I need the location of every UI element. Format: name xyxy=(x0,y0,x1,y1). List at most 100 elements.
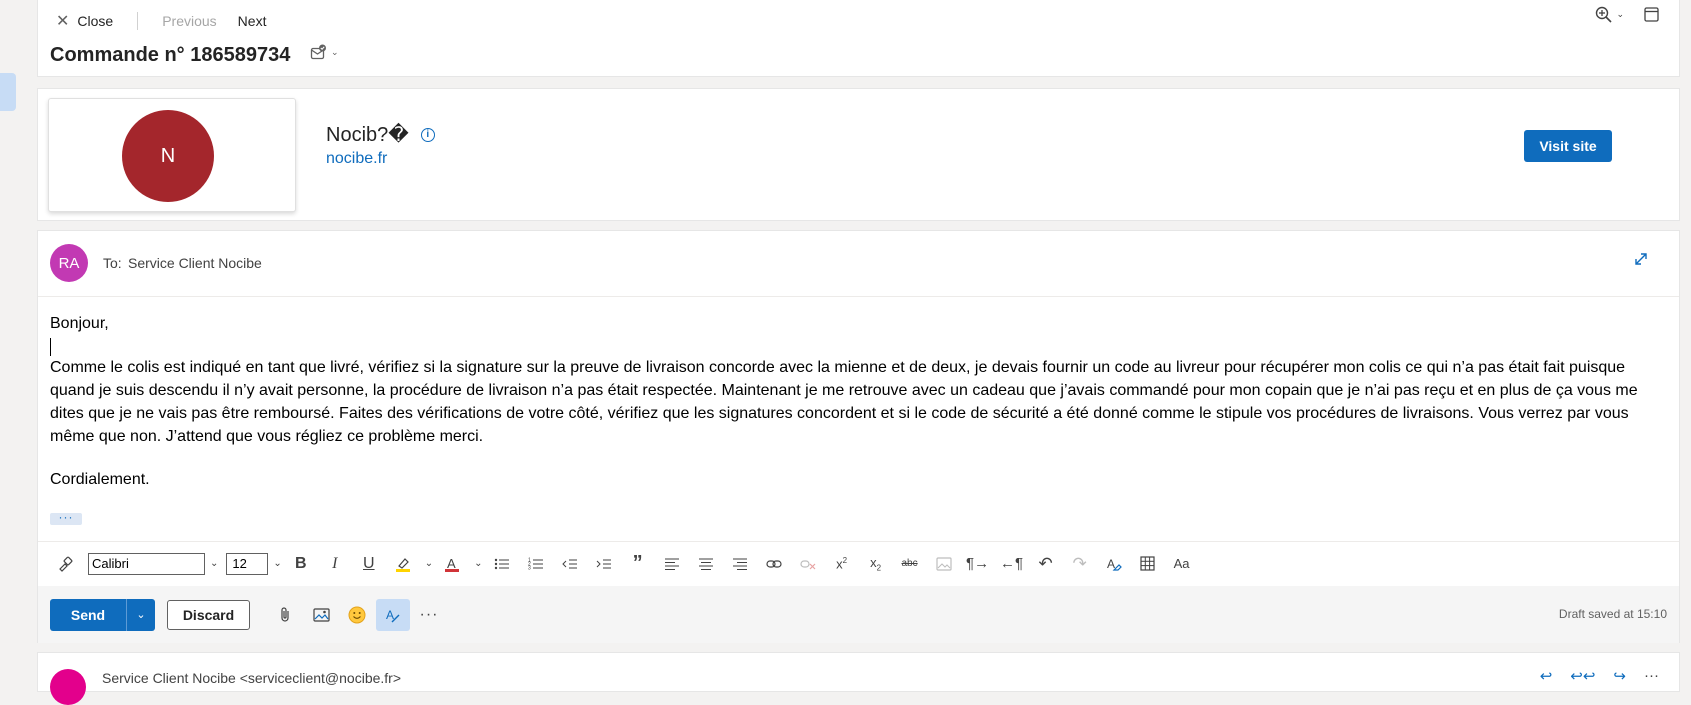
recipient-row: RA To: Service Client Nocibe xyxy=(38,231,1679,297)
close-icon: ✕ xyxy=(56,13,70,30)
underline-icon: U xyxy=(363,554,375,572)
discard-button[interactable]: Discard xyxy=(167,599,250,630)
sender-name: Nocib?� xyxy=(326,124,409,146)
chevron-down-icon: ⌄ xyxy=(1616,9,1624,19)
zoom-in-icon xyxy=(1596,6,1613,23)
message-sender: Service Client Nocibe <serviceclient@noc… xyxy=(102,670,402,686)
outdent-icon xyxy=(561,559,577,568)
underline-button[interactable]: U xyxy=(352,549,386,579)
reading-pane-header: ✕ Close Previous Next Commande n° 186589… xyxy=(37,0,1680,77)
attach-file-button[interactable] xyxy=(268,599,302,631)
reply-icon[interactable]: ↩ xyxy=(1540,667,1553,685)
chevron-down-icon: ⌄ xyxy=(331,46,339,57)
greeting: Bonjour, xyxy=(50,315,109,332)
view-controls: ⌄ xyxy=(1595,6,1659,23)
format-painter-button[interactable] xyxy=(48,549,82,579)
editor-pen-icon: A xyxy=(386,608,400,622)
previous-button[interactable]: Previous xyxy=(162,13,216,29)
expand-icon[interactable] xyxy=(1633,251,1649,267)
superscript-button[interactable]: x2 xyxy=(825,549,859,579)
close-button[interactable]: ✕ Close xyxy=(56,11,113,31)
unlink-icon xyxy=(799,559,815,569)
decrease-indent-button[interactable] xyxy=(553,549,587,579)
insert-picture-inline-button[interactable] xyxy=(927,549,961,579)
strikethrough-button[interactable]: abc xyxy=(893,549,927,579)
bold-button[interactable]: B xyxy=(284,549,318,579)
quote-button[interactable]: ” xyxy=(621,549,655,579)
zoom-button[interactable]: ⌄ xyxy=(1595,6,1624,23)
reply-all-icon[interactable]: ↩↩ xyxy=(1570,667,1595,685)
more-icon[interactable]: ··· xyxy=(1644,667,1659,685)
message-body-editor[interactable]: Bonjour, Comme le colis est indiqué en t… xyxy=(50,312,1660,491)
change-case-button[interactable]: Aa xyxy=(1165,549,1199,579)
rtl-button[interactable]: ←¶ xyxy=(995,549,1029,579)
bullet-list-icon xyxy=(494,558,509,569)
chevron-down-icon[interactable]: ⌄ xyxy=(273,558,281,569)
increase-indent-button[interactable] xyxy=(587,549,621,579)
rtl-icon: ←¶ xyxy=(1000,555,1024,572)
forward-icon[interactable]: ↪ xyxy=(1613,667,1626,685)
align-center-button[interactable] xyxy=(689,549,723,579)
indent-icon xyxy=(596,559,611,568)
numbered-list-icon: 1 2 3 xyxy=(528,557,543,571)
more-icon: ··· xyxy=(419,605,439,623)
info-icon[interactable]: i xyxy=(420,127,435,142)
svg-text:A: A xyxy=(1107,557,1115,571)
italic-button[interactable]: I xyxy=(318,549,352,579)
mail-check-icon xyxy=(310,44,326,60)
undo-button[interactable]: ↶ xyxy=(1029,549,1063,579)
left-rail xyxy=(0,0,36,679)
message-actions-button[interactable]: ⌄ xyxy=(310,44,339,60)
thread-message[interactable]: Service Client Nocibe <serviceclient@noc… xyxy=(37,652,1680,705)
subscript-icon: x2 xyxy=(870,554,882,573)
next-button[interactable]: Next xyxy=(238,13,267,29)
ltr-button[interactable]: ¶→ xyxy=(961,549,995,579)
visit-site-button[interactable]: Visit site xyxy=(1524,130,1612,162)
align-left-button[interactable] xyxy=(655,549,689,579)
formatting-toolbar: Calibri ⌄ 12 ⌄ B I U ⌄ A ⌄ 1 2 3 ” x2 x2… xyxy=(38,541,1679,585)
font-color-icon: A xyxy=(445,556,460,572)
send-options-button[interactable]: ⌄ xyxy=(126,598,155,631)
align-center-icon xyxy=(698,558,713,570)
recipient-chip[interactable]: Service Client Nocibe xyxy=(128,255,262,271)
font-family-input[interactable]: Calibri xyxy=(88,552,205,575)
command-bar: ✕ Close Previous Next xyxy=(56,10,266,32)
numbering-button[interactable]: 1 2 3 xyxy=(519,549,553,579)
sender-name-row: Nocib?� i xyxy=(326,122,435,147)
insert-table-button[interactable] xyxy=(1131,549,1165,579)
popout-icon[interactable] xyxy=(1644,7,1659,22)
more-options-button[interactable]: ··· xyxy=(412,599,446,631)
text-caret xyxy=(50,337,51,356)
highlighter-icon xyxy=(395,557,410,572)
font-color-button[interactable]: A xyxy=(435,549,469,579)
font-size-input[interactable]: 12 xyxy=(226,552,269,575)
sender-domain-link[interactable]: nocibe.fr xyxy=(326,150,387,168)
chevron-down-icon[interactable]: ⌄ xyxy=(425,558,433,569)
previous-label: Previous xyxy=(162,13,217,29)
clear-formatting-button[interactable]: A xyxy=(1097,549,1131,579)
sender-logo: N xyxy=(122,110,214,202)
paperclip-icon xyxy=(281,607,289,622)
closing: Cordialement. xyxy=(50,471,150,488)
body-paragraph: Comme le colis est indiqué en tant que l… xyxy=(50,359,1638,445)
subscript-button[interactable]: x2 xyxy=(859,549,893,579)
bullets-button[interactable] xyxy=(485,549,519,579)
chevron-down-icon[interactable]: ⌄ xyxy=(210,558,218,569)
emoji-button[interactable] xyxy=(340,599,374,631)
highlight-button[interactable] xyxy=(386,549,420,579)
format-painter-icon xyxy=(59,556,73,572)
align-right-button[interactable] xyxy=(723,549,757,579)
redo-icon: ↷ xyxy=(1072,553,1087,573)
insert-link-button[interactable] xyxy=(757,549,791,579)
link-icon xyxy=(765,559,782,568)
editor-button[interactable]: A xyxy=(376,598,410,631)
insert-picture-button[interactable] xyxy=(304,599,338,631)
align-left-icon xyxy=(664,558,679,570)
chevron-down-icon[interactable]: ⌄ xyxy=(474,558,482,569)
redo-button[interactable]: ↷ xyxy=(1063,549,1097,579)
remove-link-button[interactable] xyxy=(791,549,825,579)
send-button[interactable]: Send xyxy=(50,598,126,631)
show-quoted-text-button[interactable]: ··· xyxy=(50,511,82,525)
svg-text:3: 3 xyxy=(528,565,531,571)
clear-formatting-icon: A xyxy=(1107,557,1122,571)
